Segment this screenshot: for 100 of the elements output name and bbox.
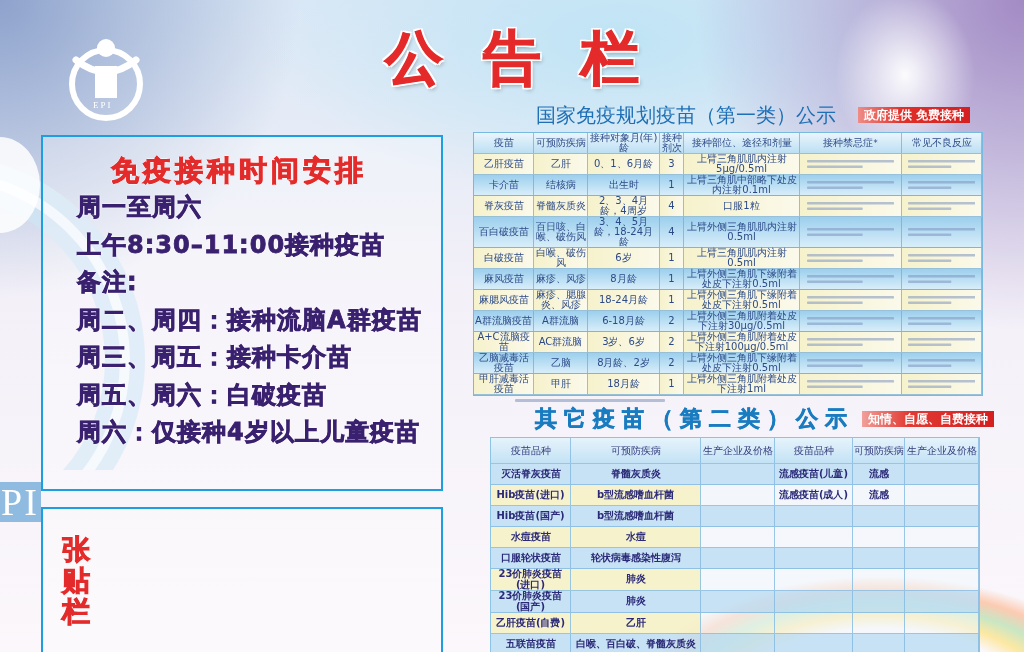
panel-title: 免疫接种时间安排 — [111, 153, 368, 189]
table-cell: 2 — [660, 353, 684, 374]
table-cell — [853, 591, 905, 613]
table-cell: 乙脑 — [534, 353, 588, 374]
table-cell: 1 — [660, 290, 684, 311]
table-cell: 麻疹、腮腺炎、风疹 — [534, 290, 588, 311]
table-cell: 甲肝 — [534, 374, 588, 395]
schedule-line: 备注: — [77, 267, 139, 298]
illegible-text-drawing — [907, 181, 976, 189]
table-cell: 脊髓灰质炎 — [571, 464, 701, 485]
column-header: 可预防疾病 — [534, 133, 588, 154]
table-cell — [853, 506, 905, 527]
schedule-line: 周六：仅接种4岁以上儿童疫苗 — [77, 417, 421, 448]
table-cell: 0、1、6月龄 — [588, 154, 660, 175]
section-title: 国家免疫规划疫苗（第一类）公示 — [536, 103, 836, 127]
table-cell: 3、4、5月龄，18-24月龄 — [588, 217, 660, 248]
table-cell: 4 — [660, 217, 684, 248]
column-header: 常见不良反应 — [902, 133, 982, 154]
table-cell: 流感疫苗(儿童) — [775, 464, 853, 485]
section-badge: 知情、自愿、自费接种 — [862, 411, 994, 427]
table-cell: 白喉、百白破、脊髓灰质炎 — [571, 634, 701, 652]
table-cell — [853, 613, 905, 634]
background-logo-text: PI — [0, 482, 41, 522]
table-cell: 6岁 — [588, 248, 660, 269]
table-cell: 口服1粒 — [684, 196, 800, 217]
board-title: 公告栏 — [383, 24, 679, 92]
table-cell: 上臂外侧三角肌下缘附着处皮下注射0.5ml — [684, 269, 800, 290]
table-cell: Hib疫苗(国产) — [491, 506, 571, 527]
table-cell: 1 — [660, 269, 684, 290]
column-header: 可预防疾病 — [853, 438, 905, 464]
table-cell: 18-24月龄 — [588, 290, 660, 311]
table-cell: 上臂外侧三角肌附着处皮下注射100μg/0.5ml — [684, 332, 800, 353]
table-cell: Hib疫苗(进口) — [491, 485, 571, 506]
table-cell — [853, 527, 905, 548]
table-cell: 上臂三角肌中部略下处皮内注射0.1ml — [684, 175, 800, 196]
table-cell: 出生时 — [588, 175, 660, 196]
table-cell: 上臂外侧三角肌肌内注射0.5ml — [684, 217, 800, 248]
table-cell: 灭活脊灰疫苗 — [491, 464, 571, 485]
table-cell — [853, 634, 905, 652]
table-cell: 麻疹、风疹 — [534, 269, 588, 290]
table-cell: 卡介苗 — [474, 175, 534, 196]
table-cell: 脊髓灰质炎 — [534, 196, 588, 217]
illegible-text-drawing — [907, 228, 976, 236]
table-cell: 五联苗疫苗 — [491, 634, 571, 652]
table-cell: A+C流脑疫苗 — [474, 332, 534, 353]
table-cell: 1 — [660, 175, 684, 196]
panel-title: 张贴栏 — [62, 535, 90, 628]
table-cell: 上臂外侧三角肌下缘附着处皮下注射0.5ml — [684, 353, 800, 374]
table-cell: A群流脑 — [534, 311, 588, 332]
table-cell: 百日咳、白喉、破伤风 — [534, 217, 588, 248]
table-cell: A群流脑疫苗 — [474, 311, 534, 332]
schedule-line: 周三、周五：接种卡介苗 — [77, 342, 353, 373]
table-cell: 上臂外侧三角肌附着处皮下注射1ml — [684, 374, 800, 395]
table-cell: 3岁、6岁 — [588, 332, 660, 353]
table-cell: 8月龄、2岁 — [588, 353, 660, 374]
illegible-text-drawing — [907, 380, 976, 388]
table-cell: 2 — [660, 311, 684, 332]
table-cell: 肺炎 — [571, 591, 701, 613]
table-cell: 2 — [660, 332, 684, 353]
illegible-text-drawing — [907, 202, 976, 210]
column-header: 生产企业及价格 — [905, 438, 979, 464]
table-cell — [853, 569, 905, 591]
table-cell: 4 — [660, 196, 684, 217]
column-header: 可预防疾病 — [571, 438, 701, 464]
illegible-text-drawing — [907, 317, 976, 325]
illegible-text-drawing — [907, 359, 976, 367]
table-cell: 乙肝疫苗(自费) — [491, 613, 571, 634]
schedule-line: 周五、周六：白破疫苗 — [77, 379, 328, 411]
schedule-line: 周二、周四：接种流脑A群疫苗 — [77, 304, 423, 336]
illegible-text-drawing — [907, 275, 976, 283]
table-cell: 流感疫苗(成人) — [775, 485, 853, 506]
table-cell: b型流感嗜血杆菌 — [571, 485, 701, 506]
table-cell: 8月龄 — [588, 269, 660, 290]
table-cell: 轮状病毒感染性腹泻 — [571, 548, 701, 569]
table-cell: 23价肺炎疫苗(进口) — [491, 569, 571, 591]
illegible-text-drawing — [907, 254, 976, 262]
table-cell — [853, 548, 905, 569]
table-cell: 上臂外侧三角肌附着处皮下注射30μg/0.5ml — [684, 311, 800, 332]
table-cell: 肺炎 — [571, 569, 701, 591]
schedule-line: 上午8:30–11:00接种疫苗 — [77, 229, 387, 261]
table-cell: 脊灰疫苗 — [474, 196, 534, 217]
table-cell: 水痘 — [571, 527, 701, 548]
table-cell: 上臂三角肌肌内注射0.5ml — [684, 248, 800, 269]
table-cell: 乙肝 — [571, 613, 701, 634]
column-header: 接种剂次 — [660, 133, 684, 154]
table-cell: 乙脑减毒活疫苗 — [474, 353, 534, 374]
table-cell: 乙肝 — [534, 154, 588, 175]
table-cell: 3 — [660, 154, 684, 175]
table-cell: 白喉、破伤风 — [534, 248, 588, 269]
table-cell: 白破疫苗 — [474, 248, 534, 269]
table-cell: 18月龄 — [588, 374, 660, 395]
schedule-line: 周一至周六 — [77, 192, 203, 223]
table-cell: 6-18月龄 — [588, 311, 660, 332]
table-cell: 23价肺炎疫苗(国产) — [491, 591, 571, 613]
table-cell: 甲肝减毒活疫苗 — [474, 374, 534, 395]
illegible-text-drawing — [907, 296, 976, 304]
section-title: 其它疫苗（第二类）公示 — [535, 407, 854, 431]
table-cell: 麻风疫苗 — [474, 269, 534, 290]
table-cell: 口服轮状疫苗 — [491, 548, 571, 569]
table-cell: 水痘疫苗 — [491, 527, 571, 548]
